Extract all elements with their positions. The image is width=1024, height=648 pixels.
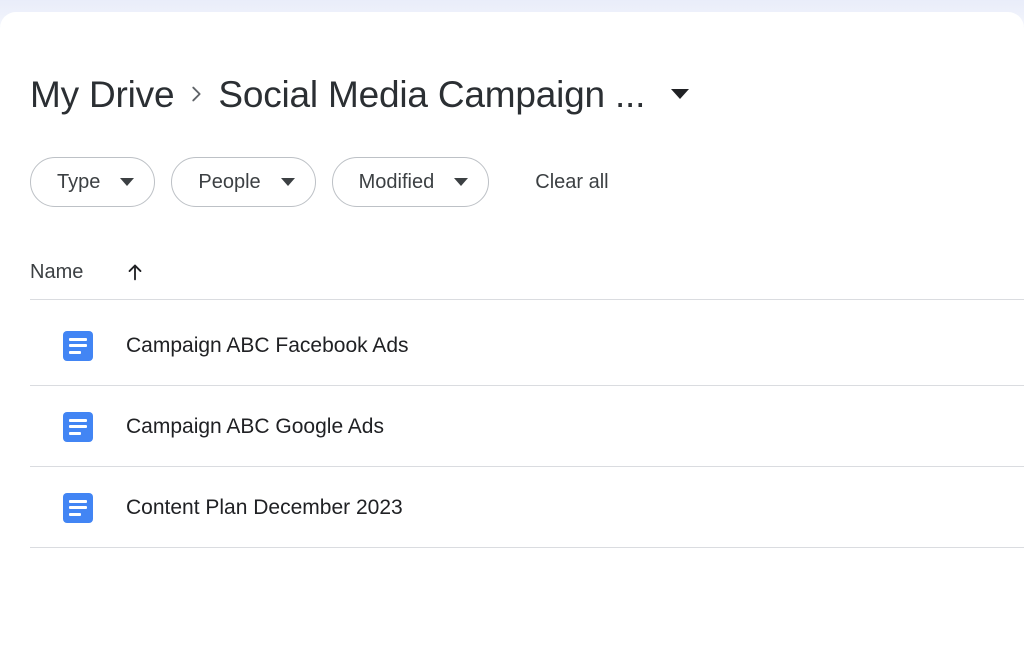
filter-chip-type-label: Type [57, 171, 101, 193]
chevron-down-icon [120, 178, 135, 186]
filter-chip-row: Type People Modified Clear all [30, 157, 609, 207]
google-docs-icon [63, 411, 93, 442]
header-divider [30, 299, 1024, 300]
filter-chip-people-label: People [198, 171, 261, 193]
column-header-name[interactable]: Name [30, 262, 83, 282]
file-list: Campaign ABC Facebook Ads Campaign ABC G… [0, 305, 1024, 548]
file-name: Content Plan December 2023 [126, 496, 403, 519]
content-panel: My Drive Social Media Campaign ... Type … [0, 12, 1024, 648]
arrow-up-icon[interactable] [123, 260, 147, 284]
caret-down-icon[interactable] [669, 83, 691, 105]
filter-chip-modified[interactable]: Modified [331, 157, 490, 207]
list-column-header: Name [30, 255, 147, 289]
filter-chip-people[interactable]: People [171, 157, 316, 207]
google-docs-icon [63, 330, 93, 361]
chevron-down-icon [454, 178, 469, 186]
file-name: Campaign ABC Google Ads [126, 415, 384, 438]
table-row[interactable]: Content Plan December 2023 [0, 467, 1024, 548]
table-row[interactable]: Campaign ABC Google Ads [0, 386, 1024, 467]
table-row[interactable]: Campaign ABC Facebook Ads [0, 305, 1024, 386]
breadcrumb-root-my-drive[interactable]: My Drive [30, 76, 175, 113]
filter-chip-modified-label: Modified [358, 171, 435, 193]
chevron-down-icon [280, 178, 295, 186]
breadcrumb-current-folder[interactable]: Social Media Campaign ... [218, 76, 645, 113]
chevron-right-icon [174, 83, 218, 105]
clear-all-button[interactable]: Clear all [535, 172, 608, 192]
file-name: Campaign ABC Facebook Ads [126, 334, 409, 357]
google-docs-icon [63, 492, 93, 523]
breadcrumb: My Drive Social Media Campaign ... [30, 58, 691, 130]
filter-chip-type[interactable]: Type [30, 157, 156, 207]
